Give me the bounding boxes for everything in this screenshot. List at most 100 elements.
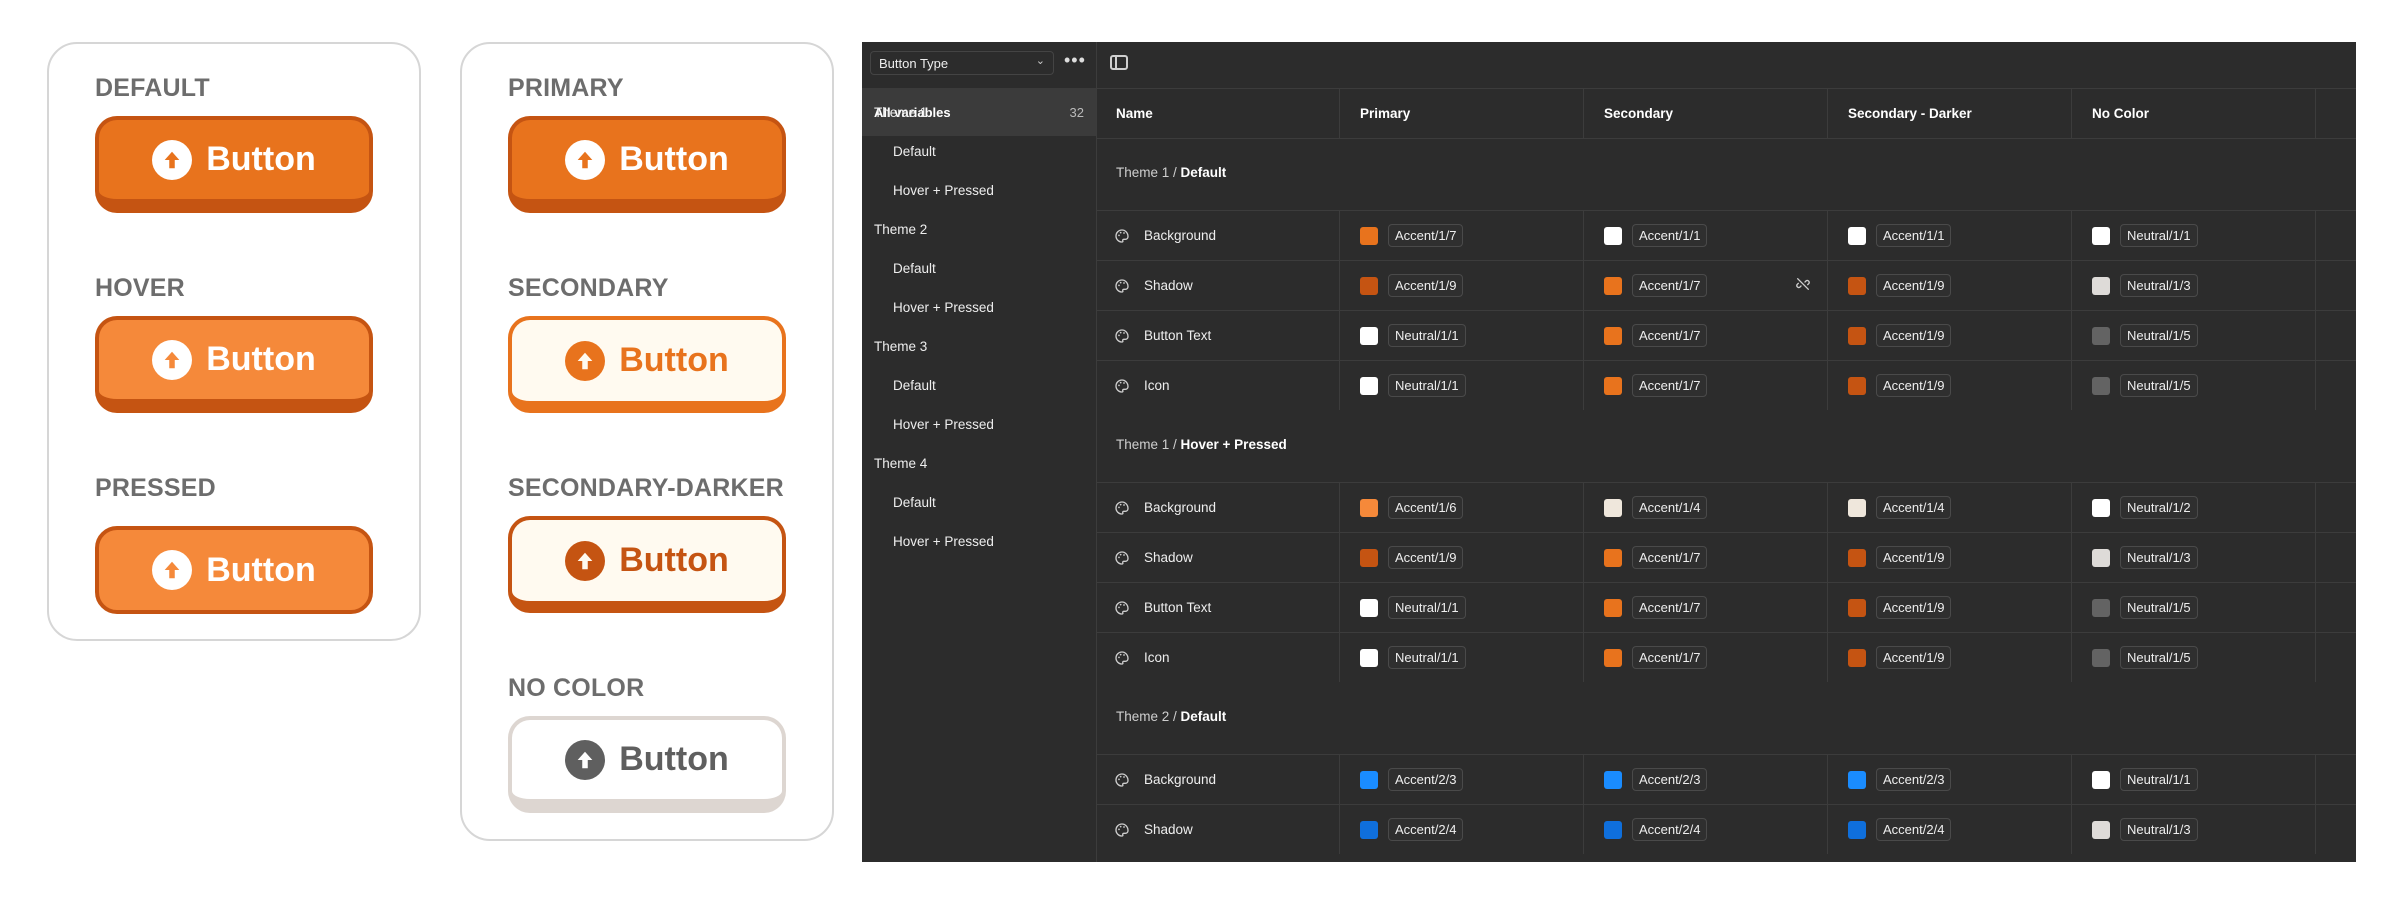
group-theme-3[interactable]: Theme 3 bbox=[874, 339, 927, 354]
value-cell[interactable]: Neutral/1/3 bbox=[2072, 261, 2316, 310]
alias-chip[interactable]: Accent/1/7 bbox=[1632, 374, 1708, 397]
sidebar-toggle-icon[interactable] bbox=[1110, 55, 1128, 70]
value-cell[interactable]: Accent/2/3 bbox=[1828, 755, 2072, 804]
alias-chip[interactable]: Neutral/1/5 bbox=[2120, 324, 2198, 347]
value-cell[interactable]: Accent/1/7 bbox=[1584, 261, 1828, 310]
alias-chip[interactable]: Accent/2/4 bbox=[1632, 818, 1708, 841]
group-theme-1[interactable]: Theme 1 bbox=[874, 105, 927, 120]
value-cell[interactable]: Neutral/1/5 bbox=[2072, 633, 2316, 682]
alias-chip[interactable]: Neutral/1/5 bbox=[2120, 646, 2198, 669]
group-item-default[interactable]: Default bbox=[893, 261, 936, 276]
alias-chip[interactable]: Accent/1/9 bbox=[1876, 546, 1952, 569]
value-cell[interactable]: Accent/1/1 bbox=[1584, 211, 1828, 260]
group-theme-2[interactable]: Theme 2 bbox=[874, 222, 927, 237]
secondary-darker-button[interactable]: Button bbox=[508, 516, 786, 613]
value-cell[interactable]: Accent/1/9 bbox=[1828, 633, 2072, 682]
alias-chip[interactable]: Neutral/1/5 bbox=[2120, 596, 2198, 619]
variable-name-cell[interactable]: Button Text bbox=[1096, 583, 1340, 632]
value-cell[interactable]: Accent/1/9 bbox=[1340, 261, 1584, 310]
table-row[interactable]: Button Text Neutral/1/1 Accent/1/7 Accent/1… bbox=[1096, 582, 2356, 632]
alias-chip[interactable]: Accent/2/3 bbox=[1388, 768, 1464, 791]
table-row[interactable]: Shadow Accent/1/9 Accent/1/7 Accent/1/9 Neut… bbox=[1096, 532, 2356, 582]
alias-chip[interactable]: Accent/1/7 bbox=[1388, 224, 1464, 247]
alias-chip[interactable]: Neutral/1/3 bbox=[2120, 818, 2198, 841]
alias-chip[interactable]: Accent/1/4 bbox=[1632, 496, 1708, 519]
variable-name-cell[interactable]: Icon bbox=[1096, 361, 1340, 410]
alias-chip[interactable]: Neutral/1/2 bbox=[2120, 496, 2198, 519]
group-item-hover-pressed[interactable]: Hover + Pressed bbox=[893, 300, 994, 315]
variable-name-cell[interactable]: Icon bbox=[1096, 633, 1340, 682]
value-cell[interactable]: Accent/2/4 bbox=[1828, 805, 2072, 854]
default-button[interactable]: Button bbox=[95, 116, 373, 213]
more-options-icon[interactable]: ••• bbox=[1064, 50, 1086, 71]
column-header-secondary-darker[interactable]: Secondary - Darker bbox=[1828, 88, 2072, 138]
table-row[interactable]: Icon Neutral/1/1 Accent/1/7 Accent/1/9 Neutr… bbox=[1096, 632, 2356, 682]
alias-chip[interactable]: Neutral/1/1 bbox=[1388, 646, 1466, 669]
alias-chip[interactable]: Accent/1/1 bbox=[1876, 224, 1952, 247]
secondary-button[interactable]: Button bbox=[508, 316, 786, 413]
value-cell[interactable]: Neutral/1/5 bbox=[2072, 311, 2316, 360]
hover-button[interactable]: Button bbox=[95, 316, 373, 413]
value-cell[interactable]: Accent/1/1 bbox=[1828, 211, 2072, 260]
group-item-default[interactable]: Default bbox=[893, 144, 936, 159]
value-cell[interactable]: Neutral/1/1 bbox=[1340, 311, 1584, 360]
value-cell[interactable]: Accent/1/7 bbox=[1340, 211, 1584, 260]
value-cell[interactable]: Accent/1/9 bbox=[1828, 311, 2072, 360]
value-cell[interactable]: Accent/1/9 bbox=[1828, 261, 2072, 310]
alias-chip[interactable]: Accent/1/4 bbox=[1876, 496, 1952, 519]
column-header-name[interactable]: Name bbox=[1096, 88, 1340, 138]
value-cell[interactable]: Neutral/1/1 bbox=[2072, 211, 2316, 260]
group-item-default[interactable]: Default bbox=[893, 495, 936, 510]
alias-chip[interactable]: Accent/1/7 bbox=[1632, 546, 1708, 569]
collection-select[interactable]: Button Type ⌄ bbox=[870, 51, 1054, 75]
table-row[interactable]: Icon Neutral/1/1 Accent/1/7 Accent/1/9 Neutr… bbox=[1096, 360, 2356, 410]
value-cell[interactable]: Accent/1/6 bbox=[1340, 483, 1584, 532]
variable-name-cell[interactable]: Shadow bbox=[1096, 261, 1340, 310]
value-cell[interactable]: Accent/1/9 bbox=[1828, 583, 2072, 632]
column-header-no-color[interactable]: No Color bbox=[2072, 88, 2316, 138]
table-row[interactable]: Shadow Accent/2/4 Accent/2/4 Accent/2/4 Neut… bbox=[1096, 804, 2356, 854]
alias-chip[interactable]: Neutral/1/1 bbox=[1388, 374, 1466, 397]
variable-name-cell[interactable]: Background bbox=[1096, 755, 1340, 804]
table-row[interactable]: Background Accent/1/6 Accent/1/4 Accent/1/4… bbox=[1096, 482, 2356, 532]
value-cell[interactable]: Accent/2/4 bbox=[1340, 805, 1584, 854]
value-cell[interactable]: Accent/2/4 bbox=[1584, 805, 1828, 854]
alias-chip[interactable]: Neutral/1/1 bbox=[1388, 324, 1466, 347]
value-cell[interactable]: Accent/1/4 bbox=[1584, 483, 1828, 532]
alias-chip[interactable]: Accent/1/7 bbox=[1632, 596, 1708, 619]
alias-chip[interactable]: Accent/2/4 bbox=[1388, 818, 1464, 841]
alias-chip[interactable]: Accent/1/9 bbox=[1388, 274, 1464, 297]
value-cell[interactable]: Accent/1/4 bbox=[1828, 483, 2072, 532]
group-theme-4[interactable]: Theme 4 bbox=[874, 456, 927, 471]
group-item-hover-pressed[interactable]: Hover + Pressed bbox=[893, 183, 994, 198]
no-color-button[interactable]: Button bbox=[508, 716, 786, 813]
value-cell[interactable]: Accent/1/7 bbox=[1584, 361, 1828, 410]
alias-chip[interactable]: Neutral/1/1 bbox=[2120, 768, 2198, 791]
alias-chip[interactable]: Accent/1/7 bbox=[1632, 274, 1708, 297]
value-cell[interactable]: Accent/1/9 bbox=[1340, 533, 1584, 582]
alias-chip[interactable]: Accent/1/9 bbox=[1876, 274, 1952, 297]
variable-name-cell[interactable]: Background bbox=[1096, 211, 1340, 260]
value-cell[interactable]: Accent/1/7 bbox=[1584, 311, 1828, 360]
alias-chip[interactable]: Accent/1/1 bbox=[1632, 224, 1708, 247]
value-cell[interactable]: Accent/1/9 bbox=[1828, 361, 2072, 410]
alias-chip[interactable]: Accent/1/9 bbox=[1876, 374, 1952, 397]
primary-button[interactable]: Button bbox=[508, 116, 786, 213]
alias-chip[interactable]: Accent/1/6 bbox=[1388, 496, 1464, 519]
variable-name-cell[interactable]: Shadow bbox=[1096, 533, 1340, 582]
alias-chip[interactable]: Neutral/1/3 bbox=[2120, 546, 2198, 569]
alias-chip[interactable]: Accent/2/3 bbox=[1632, 768, 1708, 791]
variable-name-cell[interactable]: Shadow bbox=[1096, 805, 1340, 854]
column-header-primary[interactable]: Primary bbox=[1340, 88, 1584, 138]
value-cell[interactable]: Neutral/1/5 bbox=[2072, 583, 2316, 632]
value-cell[interactable]: Accent/1/7 bbox=[1584, 583, 1828, 632]
alias-chip[interactable]: Accent/1/9 bbox=[1876, 596, 1952, 619]
value-cell[interactable]: Neutral/1/1 bbox=[2072, 755, 2316, 804]
column-header-secondary[interactable]: Secondary bbox=[1584, 88, 1828, 138]
variable-name-cell[interactable]: Button Text bbox=[1096, 311, 1340, 360]
alias-chip[interactable]: Accent/1/9 bbox=[1876, 646, 1952, 669]
value-cell[interactable]: Neutral/1/2 bbox=[2072, 483, 2316, 532]
value-cell[interactable]: Neutral/1/3 bbox=[2072, 805, 2316, 854]
table-row[interactable]: Shadow Accent/1/9 Accent/1/7 Accent/1/9 Neut… bbox=[1096, 260, 2356, 310]
value-cell[interactable]: Neutral/1/5 bbox=[2072, 361, 2316, 410]
